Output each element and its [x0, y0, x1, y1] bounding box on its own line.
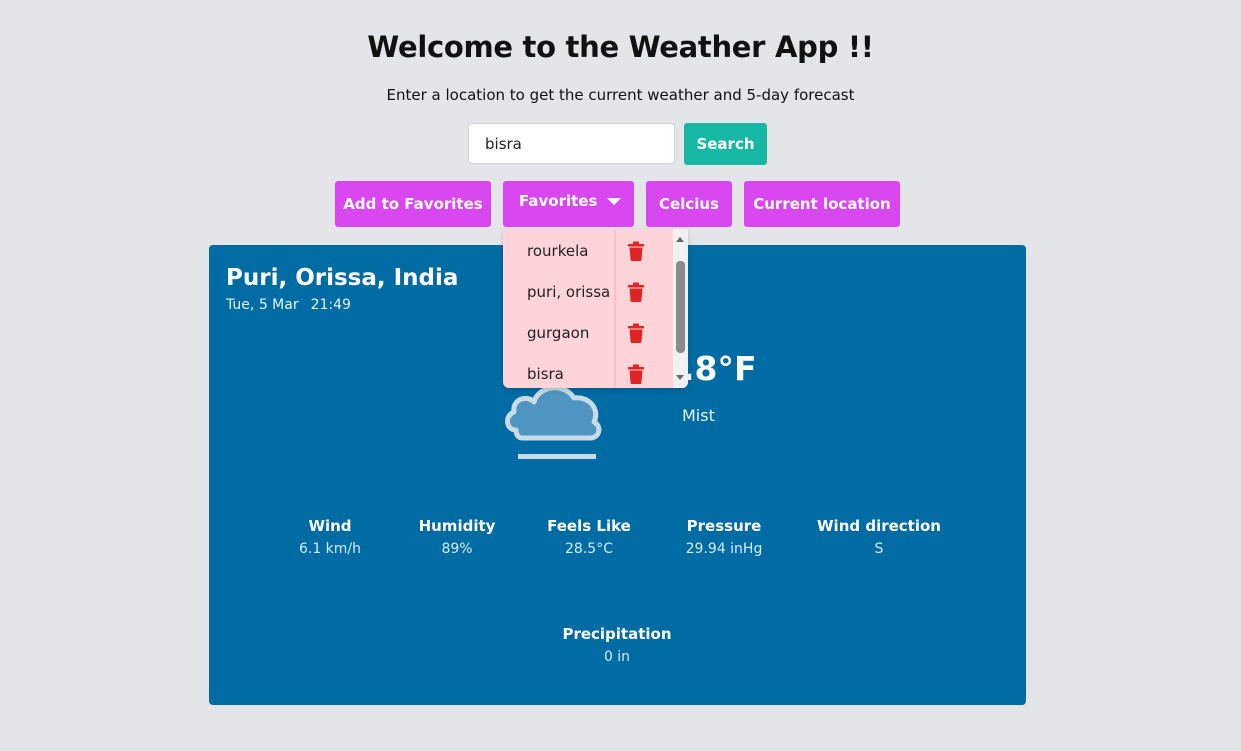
scroll-up-arrow-icon[interactable] — [676, 237, 684, 242]
time-text: 21:49 — [310, 297, 351, 313]
location-search-input[interactable] — [468, 123, 675, 164]
stat-precipitation: Precipitation 0 in — [537, 625, 697, 665]
stat-label: Precipitation — [562, 625, 672, 643]
trash-icon[interactable] — [627, 323, 645, 343]
favorite-name[interactable]: puri, orissa — [527, 283, 610, 301]
stat-value: S — [874, 541, 884, 557]
favorites-dropdown-menu[interactable]: rourkela puri, orissa gurgaon bisra — [503, 229, 688, 388]
weather-condition: Mist — [682, 406, 715, 425]
stat-wind-direction: Wind direction S — [799, 517, 959, 557]
favorite-item[interactable]: puri, orissa — [503, 271, 673, 312]
favorites-dropdown-button[interactable]: Favorites — [503, 181, 634, 227]
divider — [614, 312, 616, 353]
search-button[interactable]: Search — [684, 123, 767, 165]
favorite-name[interactable]: gurgaon — [527, 324, 589, 342]
scroll-down-arrow-icon[interactable] — [676, 375, 684, 380]
favorite-item[interactable]: bisra — [503, 353, 673, 388]
caret-down-icon — [607, 198, 622, 205]
date-time: Tue, 5 Mar 21:49 — [226, 297, 351, 313]
unit-toggle-button[interactable]: Celcius — [646, 181, 732, 227]
stat-label: Pressure — [686, 517, 762, 535]
stat-pressure: Pressure 29.94 inHg — [644, 517, 804, 557]
divider — [614, 230, 616, 271]
trash-icon[interactable] — [627, 282, 645, 302]
temperature-value: .8°F — [682, 349, 757, 388]
page-subtitle: Enter a location to get the current weat… — [386, 86, 855, 104]
current-location-button[interactable]: Current location — [744, 181, 900, 227]
trash-icon[interactable] — [627, 241, 645, 261]
city-name: Puri, Orissa, India — [226, 265, 459, 291]
page-title: Welcome to the Weather App !! — [367, 30, 874, 64]
dropdown-scrollbar[interactable] — [673, 229, 688, 388]
stat-value: 29.94 inHg — [685, 541, 763, 557]
favorite-name[interactable]: bisra — [527, 365, 564, 383]
favorite-name[interactable]: rourkela — [527, 242, 588, 260]
date-text: Tue, 5 Mar — [226, 297, 299, 313]
favorite-item[interactable]: rourkela — [503, 230, 673, 271]
stat-value: 0 in — [603, 649, 631, 665]
divider — [614, 271, 616, 312]
divider — [614, 353, 616, 388]
stat-label: Wind direction — [817, 517, 941, 535]
add-to-favorites-button[interactable]: Add to Favorites — [335, 181, 491, 227]
weather-app-page: Welcome to the Weather App !! Enter a lo… — [0, 0, 1241, 751]
scroll-thumb[interactable] — [676, 261, 685, 353]
favorites-label: Favorites — [519, 192, 598, 210]
favorite-item[interactable]: gurgaon — [503, 312, 673, 353]
trash-icon[interactable] — [627, 364, 645, 384]
